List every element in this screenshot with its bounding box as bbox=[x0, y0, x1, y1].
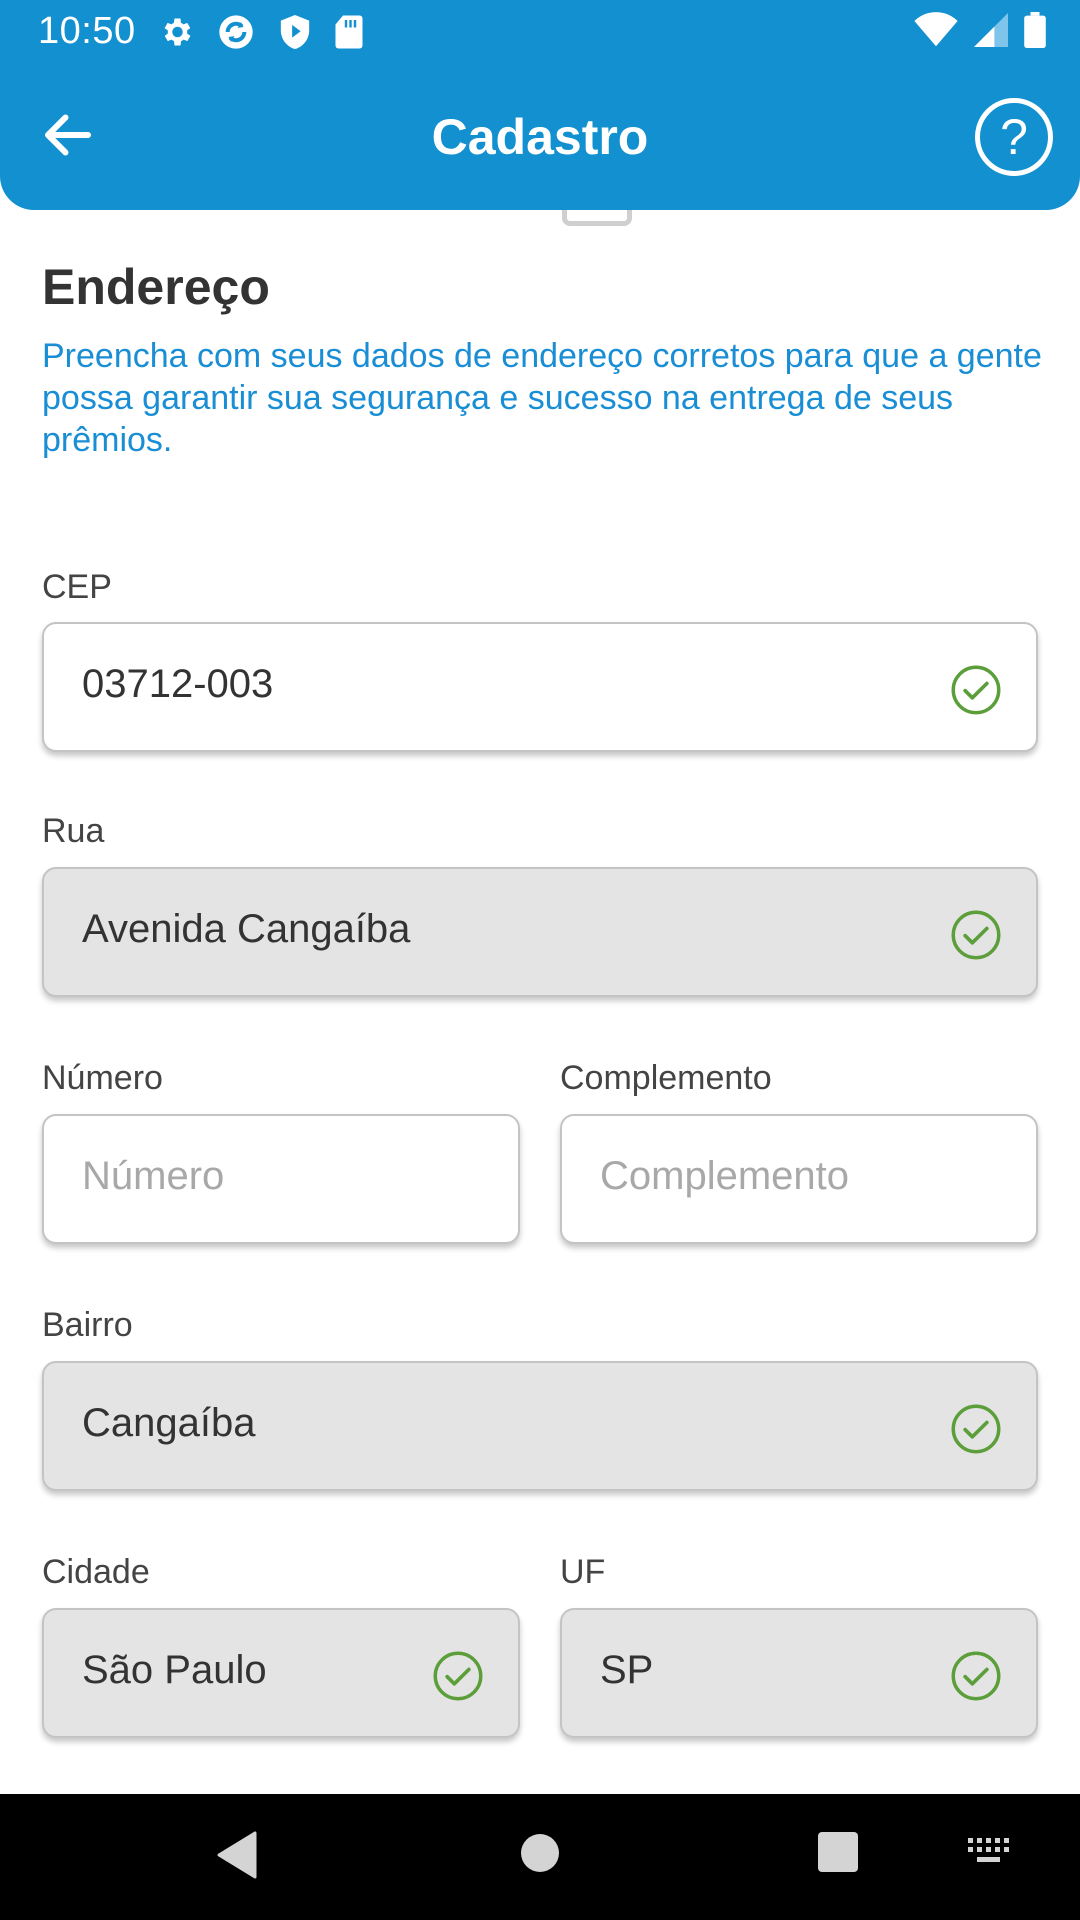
numero-placeholder: Número bbox=[82, 1154, 225, 1198]
system-nav-bar bbox=[0, 1794, 1080, 1920]
check-circle-icon bbox=[951, 1651, 1001, 1701]
check-circle-icon bbox=[951, 1404, 1001, 1454]
cidade-value: São Paulo bbox=[82, 1648, 267, 1692]
check-circle-icon bbox=[433, 1651, 483, 1701]
uf-value: SP bbox=[600, 1648, 654, 1692]
status-icons-left bbox=[158, 12, 364, 52]
status-icons-right bbox=[914, 12, 1046, 48]
cidade-label: Cidade bbox=[42, 1553, 150, 1591]
cidade-field[interactable]: São Paulo bbox=[42, 1608, 520, 1738]
complemento-field[interactable]: Complemento bbox=[560, 1114, 1038, 1244]
complemento-label: Complemento bbox=[560, 1059, 772, 1097]
signal-icon bbox=[974, 12, 1008, 48]
sd-card-icon bbox=[334, 14, 364, 50]
back-triangle-icon[interactable] bbox=[215, 1830, 259, 1880]
rua-label: Rua bbox=[42, 812, 105, 850]
drag-handle bbox=[562, 210, 632, 226]
cep-value: 03712-003 bbox=[82, 662, 274, 706]
app-bar: 10:50 Cadastro ? bbox=[0, 0, 1080, 210]
status-bar: 10:50 bbox=[0, 0, 1080, 64]
complemento-placeholder: Complemento bbox=[600, 1154, 850, 1198]
cep-label: CEP bbox=[42, 568, 112, 606]
help-button[interactable]: ? bbox=[975, 98, 1053, 176]
page-title: Cadastro bbox=[431, 109, 649, 165]
wifi-icon bbox=[914, 12, 958, 48]
section-title: Endereço bbox=[42, 259, 270, 315]
bairro-value: Cangaíba bbox=[82, 1401, 256, 1445]
recents-square-icon[interactable] bbox=[818, 1832, 858, 1872]
sync-icon bbox=[216, 12, 256, 52]
gear-icon bbox=[158, 14, 194, 50]
uf-field[interactable]: SP bbox=[560, 1608, 1038, 1738]
cep-field[interactable]: 03712-003 bbox=[42, 622, 1038, 752]
bairro-label: Bairro bbox=[42, 1306, 133, 1344]
rua-field[interactable]: Avenida Cangaíba bbox=[42, 867, 1038, 997]
bairro-field[interactable]: Cangaíba bbox=[42, 1361, 1038, 1491]
section-description: Preencha com seus dados de endereço corr… bbox=[42, 337, 1042, 459]
keyboard-icon[interactable] bbox=[968, 1838, 1010, 1866]
numero-label: Número bbox=[42, 1059, 163, 1097]
uf-label: UF bbox=[560, 1553, 606, 1591]
numero-field[interactable]: Número bbox=[42, 1114, 520, 1244]
check-circle-icon bbox=[951, 910, 1001, 960]
shield-icon bbox=[278, 13, 312, 51]
check-circle-icon bbox=[951, 665, 1001, 715]
status-time: 10:50 bbox=[38, 10, 136, 52]
rua-value: Avenida Cangaíba bbox=[82, 907, 411, 951]
battery-icon bbox=[1024, 12, 1046, 48]
home-circle-icon[interactable] bbox=[521, 1834, 559, 1872]
